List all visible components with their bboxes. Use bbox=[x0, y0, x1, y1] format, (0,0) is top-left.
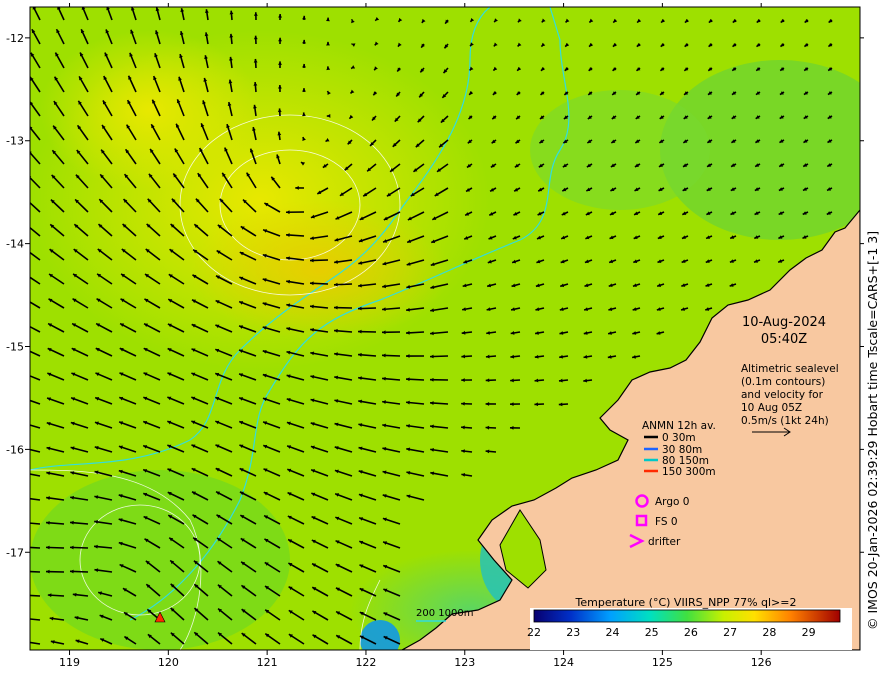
caption-line: 0.5m/s (1kt 24h) bbox=[741, 415, 829, 427]
legend-item-label: 0 30m bbox=[662, 432, 696, 444]
velocity-arrow-head bbox=[23, 373, 27, 377]
map-date: 10-Aug-2024 bbox=[742, 315, 826, 330]
legend-item-label: 150 300m bbox=[662, 466, 716, 478]
colorbar-tick-label: 24 bbox=[605, 626, 619, 639]
x-tick-label: 121 bbox=[257, 656, 278, 669]
caption-line: Altimetric sealevel bbox=[741, 363, 839, 375]
fs-label: FS 0 bbox=[655, 516, 678, 528]
colorbar-tick-label: 25 bbox=[645, 626, 659, 639]
velocity-arrow-head bbox=[24, 324, 28, 327]
caption-line: and velocity for bbox=[741, 389, 824, 401]
sst-map: 119 120 121 122 123 124 125 126 -12 -13 -14 -15 -16… bbox=[6, 3, 880, 669]
velocity-arrow-head bbox=[24, 299, 28, 302]
legend-title: ANMN 12h av. bbox=[642, 420, 716, 432]
x-tick-label: 122 bbox=[355, 656, 376, 669]
velocity-arrow-head bbox=[22, 496, 26, 500]
colorbar-title: Temperature (°C) VIIRS_NPP 77% ql>=2 bbox=[575, 596, 797, 609]
y-tick-label: -14 bbox=[6, 238, 24, 251]
velocity-arrow-head bbox=[22, 521, 26, 525]
x-tick-label: 120 bbox=[158, 656, 179, 669]
colorbar-tick-label: 26 bbox=[684, 626, 698, 639]
velocity-arrow-head bbox=[26, 640, 30, 644]
velocity-arrow-head bbox=[25, 274, 29, 278]
velocity-arrow-head bbox=[22, 471, 26, 475]
colorbar-tick-label: 22 bbox=[527, 626, 541, 639]
velocity-arrow-head bbox=[23, 397, 27, 401]
x-tick-label: 119 bbox=[59, 656, 80, 669]
x-tick-label: 124 bbox=[553, 656, 574, 669]
bathymetry-label: 200 1000m bbox=[416, 608, 473, 619]
x-tick-label: 123 bbox=[454, 656, 475, 669]
velocity-arrow bbox=[30, 570, 41, 573]
colorbar-gradient bbox=[533, 609, 841, 623]
velocity-arrow-head bbox=[23, 593, 27, 597]
y-tick-label: -13 bbox=[6, 135, 24, 148]
velocity-arrow-head bbox=[23, 422, 27, 426]
y-tick-label: -12 bbox=[6, 32, 24, 45]
drifter-label: drifter bbox=[648, 536, 681, 548]
colorbar-tick-label: 29 bbox=[802, 626, 816, 639]
velocity-arrow bbox=[30, 594, 41, 597]
velocity-arrow-head bbox=[25, 617, 29, 621]
caption-line: (0.1m contours) bbox=[741, 376, 825, 388]
caption-line: 10 Aug 05Z bbox=[741, 402, 802, 414]
colorbar-tick-label: 28 bbox=[762, 626, 776, 639]
velocity-arrow-head bbox=[26, 249, 30, 253]
map-time: 05:40Z bbox=[761, 332, 807, 347]
colorbar-tick-label: 23 bbox=[566, 626, 580, 639]
velocity-arrow bbox=[30, 546, 41, 549]
credit-text: © IMOS 20-Jan-2026 02:39:29 Hobart time … bbox=[865, 231, 880, 630]
y-tick-label: -16 bbox=[6, 443, 24, 456]
x-tick-label: 125 bbox=[652, 656, 673, 669]
x-tick-label: 126 bbox=[751, 656, 772, 669]
sea-surface bbox=[22, 7, 860, 650]
colorbar-tick-label: 27 bbox=[723, 626, 737, 639]
y-tick-label: -15 bbox=[6, 341, 24, 354]
argo-label: Argo 0 bbox=[655, 496, 689, 508]
y-tick-label: -17 bbox=[6, 546, 24, 559]
velocity-arrow-head bbox=[30, 225, 31, 226]
velocity-arrow-head bbox=[22, 569, 26, 573]
velocity-arrow-head bbox=[24, 348, 28, 351]
